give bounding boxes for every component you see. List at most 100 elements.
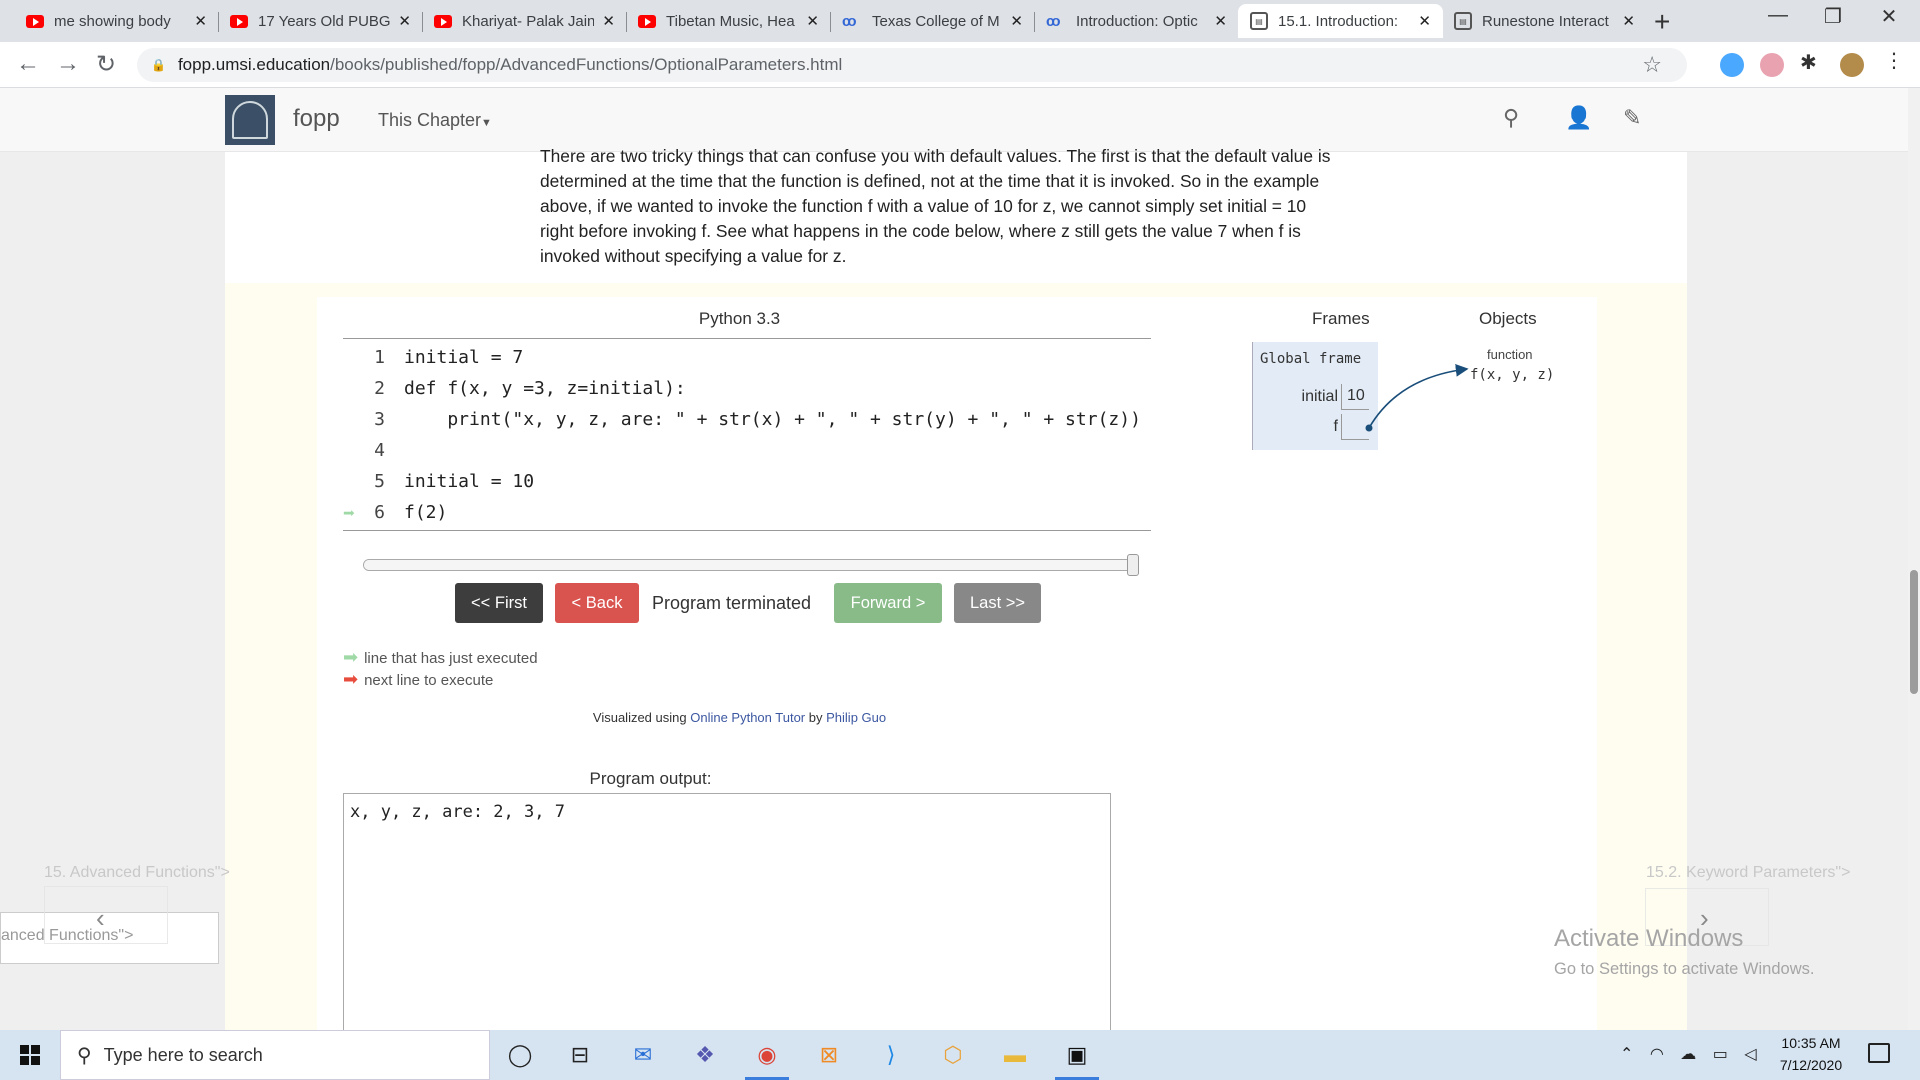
tab-close-icon[interactable]: ✕	[194, 12, 207, 30]
pencil-icon[interactable]: ✎	[1623, 105, 1641, 131]
tab-title: me showing body	[54, 12, 171, 30]
browser-menu-icon[interactable]: ⋮	[1884, 48, 1908, 72]
close-window-button[interactable]: ✕	[1866, 4, 1912, 29]
cortana-icon[interactable]: ◯	[495, 1030, 545, 1080]
code-line: 5 initial = 10	[343, 467, 1151, 497]
line-number: 6	[374, 502, 385, 523]
back-arrow-icon[interactable]: ←	[16, 50, 40, 78]
this-chapter-menu[interactable]: This Chapter▼	[378, 110, 492, 131]
vscode-icon[interactable]: ⟩	[866, 1030, 916, 1080]
chrome-icon[interactable]: ◉	[742, 1030, 792, 1080]
xampp-icon[interactable]: ⊠	[804, 1030, 854, 1080]
runestone-logo[interactable]	[225, 95, 275, 145]
var-name-initial: initial	[1301, 388, 1338, 405]
minimize-button[interactable]: —	[1755, 4, 1801, 27]
tab-bar: me showing body ✕ 17 Years Old PUBG ✕ Khariy…	[0, 0, 1920, 42]
lock-icon: 🔒	[151, 58, 166, 72]
line-number: 2	[374, 378, 385, 399]
extensions-puzzle-icon[interactable]: ✱	[1800, 50, 1824, 74]
mail-icon[interactable]: ✉	[618, 1030, 668, 1080]
teams-icon[interactable]: ❖	[680, 1030, 730, 1080]
tab-close-icon[interactable]: ✕	[806, 12, 819, 30]
task-view-icon[interactable]: ⊟	[555, 1030, 605, 1080]
clock-date[interactable]: 7/12/2020	[1775, 1057, 1847, 1073]
step-slider[interactable]	[363, 559, 1133, 571]
python-tutor-link[interactable]: Online Python Tutor	[690, 710, 805, 725]
next-chapter-link[interactable]: 15.2. Keyword Parameters">	[1646, 864, 1850, 882]
profile-avatar[interactable]	[1840, 53, 1864, 77]
line-source: def f(x, y =3, z=initial):	[404, 378, 686, 399]
back-button[interactable]: < Back	[555, 583, 639, 623]
output-label: Program output:	[589, 769, 712, 788]
terminal-icon[interactable]: ▣	[1052, 1030, 1102, 1080]
browser-tab[interactable]: co Texas College of M ✕	[830, 4, 1035, 38]
global-frame: Global frame initial 10 f	[1252, 342, 1378, 450]
first-button[interactable]: << First	[455, 583, 543, 623]
search-icon: ⚲	[77, 1044, 92, 1067]
tab-title: Khariyat- Palak Jain	[462, 12, 595, 30]
tab-title: Introduction: Optic	[1076, 12, 1198, 30]
browser-tab[interactable]: Khariyat- Palak Jain ✕	[422, 4, 627, 38]
tab-close-icon[interactable]: ✕	[398, 12, 411, 30]
visualizer-wrapper: Python 3.3 1 initial = 7 2 def f(x, y =3, z…	[225, 283, 1687, 1030]
code-line: 1 initial = 7	[343, 343, 1151, 373]
system-tray-icons[interactable]: ⌃ ◠ ☁ ▭ ◁	[1620, 1044, 1763, 1064]
last-button[interactable]: Last >>	[954, 583, 1041, 623]
bookmark-star-icon[interactable]: ☆	[1642, 52, 1662, 78]
youtube-icon	[230, 14, 248, 28]
this-chapter-label: This Chapter	[378, 110, 482, 130]
tab-close-icon[interactable]: ✕	[1622, 12, 1635, 30]
tab-title: Tibetan Music, Hea	[666, 12, 795, 30]
forward-arrow-icon[interactable]: →	[56, 50, 80, 78]
clock-time[interactable]: 10:35 AM	[1780, 1035, 1842, 1051]
credits-line: Visualized using Online Python Tutor by …	[317, 710, 1162, 725]
tab-title: Runestone Interact	[1482, 12, 1609, 30]
extension-glasses-icon[interactable]	[1760, 53, 1784, 77]
tab-close-icon[interactable]: ✕	[602, 12, 615, 30]
tab-close-icon[interactable]: ✕	[1214, 12, 1227, 30]
taskbar-search-input[interactable]: ⚲ Type here to search	[60, 1030, 490, 1080]
browser-tab[interactable]: 17 Years Old PUBG ✕	[218, 4, 423, 38]
youtube-icon	[638, 14, 656, 28]
browser-tab[interactable]: co Introduction: Optic ✕	[1034, 4, 1239, 38]
var-value-initial: 10	[1341, 384, 1369, 410]
reload-icon[interactable]: ↻	[96, 50, 116, 79]
search-icon[interactable]: ⚲	[1503, 105, 1519, 131]
step-slider-handle[interactable]	[1127, 554, 1139, 576]
colab-icon: co	[1046, 12, 1061, 30]
browser-tab[interactable]: ▤ Runestone Interact ✕	[1442, 4, 1647, 38]
taskbar-search-placeholder: Type here to search	[103, 1044, 263, 1065]
forward-button[interactable]: Forward >	[834, 583, 942, 623]
brand-link[interactable]: fopp	[293, 105, 340, 133]
browser-tab[interactable]: Tibetan Music, Hea ✕	[626, 4, 831, 38]
youtube-icon	[434, 14, 452, 28]
frames-heading: Frames	[1312, 309, 1370, 328]
function-object-kind: function	[1487, 347, 1533, 362]
extension-search-icon[interactable]	[1720, 53, 1744, 77]
new-tab-button[interactable]: +	[1654, 6, 1670, 38]
browser-tab[interactable]: me showing body ✕	[14, 4, 219, 38]
line-number: 4	[374, 440, 385, 461]
scrollbar-thumb[interactable]	[1910, 570, 1918, 694]
philip-guo-link[interactable]: Philip Guo	[826, 710, 886, 725]
prev-button-frame	[44, 886, 168, 944]
package-icon[interactable]: ⬡	[928, 1030, 978, 1080]
user-icon[interactable]: 👤	[1565, 105, 1592, 131]
chevron-left-icon[interactable]: ‹	[96, 903, 105, 934]
prev-chapter-link[interactable]: 15. Advanced Functions">	[44, 864, 230, 882]
activate-windows-subtitle: Go to Settings to activate Windows.	[1554, 960, 1815, 978]
windows-start-icon[interactable]	[20, 1045, 40, 1065]
page-scrollbar[interactable]	[1908, 88, 1920, 1030]
line-source: print("x, y, z, are: " + str(x) + ", " +…	[404, 409, 1141, 430]
notifications-icon[interactable]	[1868, 1043, 1890, 1063]
line-number: 5	[374, 471, 385, 492]
code-line: 3 print("x, y, z, are: " + str(x) + ", "…	[343, 405, 1151, 435]
line-number: 3	[374, 409, 385, 430]
url-field[interactable]: 🔒 fopp.umsi.education/books/published/fo…	[137, 48, 1687, 82]
browser-tab[interactable]: ▤ 15.1. Introduction: ✕	[1238, 4, 1443, 38]
tab-close-icon[interactable]: ✕	[1418, 12, 1431, 30]
tab-close-icon[interactable]: ✕	[1010, 12, 1023, 30]
file-explorer-icon[interactable]: ▬	[990, 1030, 1040, 1080]
step-slider-fill	[364, 560, 1132, 570]
restore-button[interactable]: ❐	[1810, 4, 1856, 29]
